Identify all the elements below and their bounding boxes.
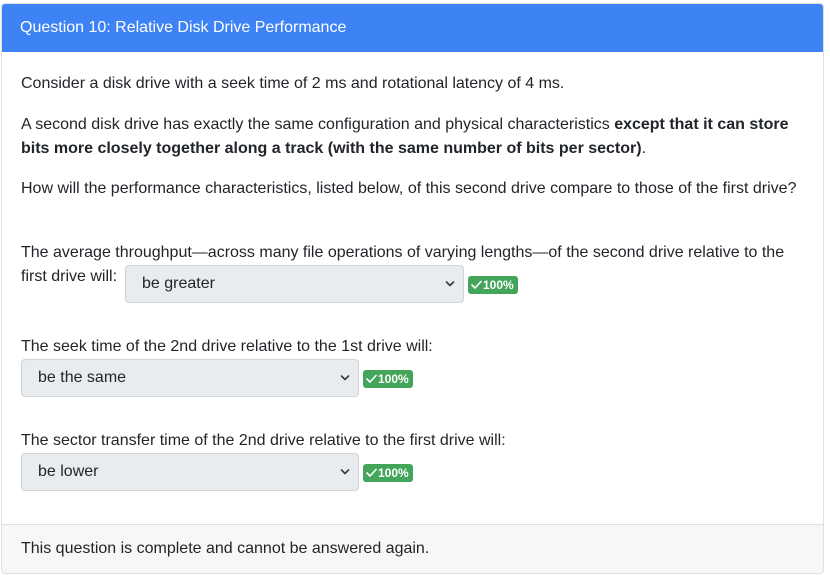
question-paragraph-3: How will the performance characteristics… — [21, 180, 797, 197]
throughput-select[interactable]: be greater — [125, 265, 464, 303]
transfer-time-score-badge: 100% — [363, 464, 413, 482]
completion-status: This question is complete and cannot be … — [21, 540, 430, 557]
transfer-time-prompt: The sector transfer time of the 2nd driv… — [21, 432, 506, 449]
question-paragraph-2: A second disk drive has exactly the same… — [21, 113, 811, 161]
transfer-time-score: 100% — [378, 466, 409, 480]
paragraph-2-end: . — [641, 140, 647, 157]
seek-time-select-value: be the same — [38, 369, 127, 386]
seek-time-prompt: The seek time of the 2nd drive relative … — [21, 338, 433, 355]
throughput-score: 100% — [483, 278, 514, 292]
chevron-down-icon — [340, 469, 350, 475]
chevron-down-icon — [445, 281, 455, 287]
paragraph-2-text: A second disk drive has exactly the same… — [21, 116, 615, 133]
check-icon — [366, 374, 377, 383]
seek-time-score-badge: 100% — [363, 370, 413, 388]
check-icon — [366, 468, 377, 477]
chevron-down-icon — [340, 375, 350, 381]
card-footer: This question is complete and cannot be … — [2, 524, 823, 573]
question-title: Question 10: Relative Disk Drive Perform… — [20, 19, 347, 36]
transfer-time-select[interactable]: be lower — [21, 453, 359, 491]
check-icon — [471, 280, 482, 289]
card-header: Question 10: Relative Disk Drive Perform… — [2, 4, 823, 52]
question-paragraph-1: Consider a disk drive with a seek time o… — [21, 75, 565, 92]
seek-time-select[interactable]: be the same — [21, 359, 359, 397]
transfer-time-select-value: be lower — [38, 463, 99, 480]
throughput-select-value: be greater — [142, 275, 215, 292]
question-card: Question 10: Relative Disk Drive Perform… — [1, 3, 824, 574]
throughput-score-badge: 100% — [468, 276, 518, 294]
seek-time-score: 100% — [378, 372, 409, 386]
